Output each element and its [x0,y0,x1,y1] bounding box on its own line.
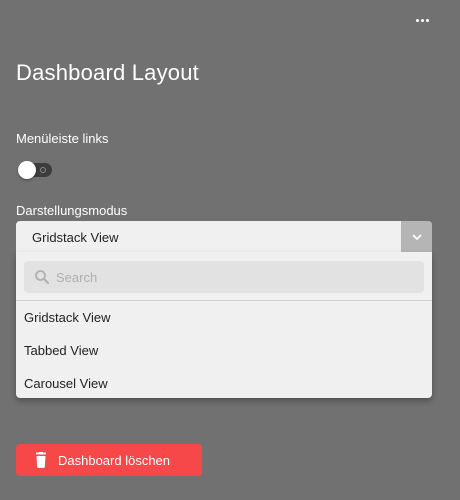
dropdown-search-area [16,252,432,301]
dot [415,18,419,22]
search-input[interactable] [56,261,416,293]
search-icon [35,270,49,284]
toggle-off-mark [40,167,46,173]
trash-icon [36,452,46,468]
dot [420,18,424,22]
sidebar-toggle-label: Menüleiste links [16,131,109,146]
page-title: Dashboard Layout [16,60,199,85]
selected-value: Gridstack View [32,230,119,245]
option-gridstack-view[interactable]: Gridstack View [16,301,432,334]
display-mode-label: Darstellungsmodus [16,203,128,218]
display-mode-select[interactable]: Gridstack View [16,221,432,252]
option-tabbed-view[interactable]: Tabbed View [16,334,432,367]
sidebar-left-toggle[interactable] [18,161,52,179]
option-list: Gridstack View Tabbed View Carousel View [16,301,432,400]
toggle-knob [18,161,36,179]
delete-dashboard-label: Dashboard löschen [58,453,171,468]
more-options-icon[interactable] [414,12,430,28]
dropdown-toggle-button[interactable] [401,221,432,252]
display-mode-dropdown: Gridstack View Tabbed View Carousel View [16,252,432,398]
chevron-down-icon [412,234,421,240]
delete-dashboard-button[interactable]: Dashboard löschen [16,444,202,476]
dot [425,18,429,22]
option-carousel-view[interactable]: Carousel View [16,367,432,400]
search-box [24,261,424,293]
